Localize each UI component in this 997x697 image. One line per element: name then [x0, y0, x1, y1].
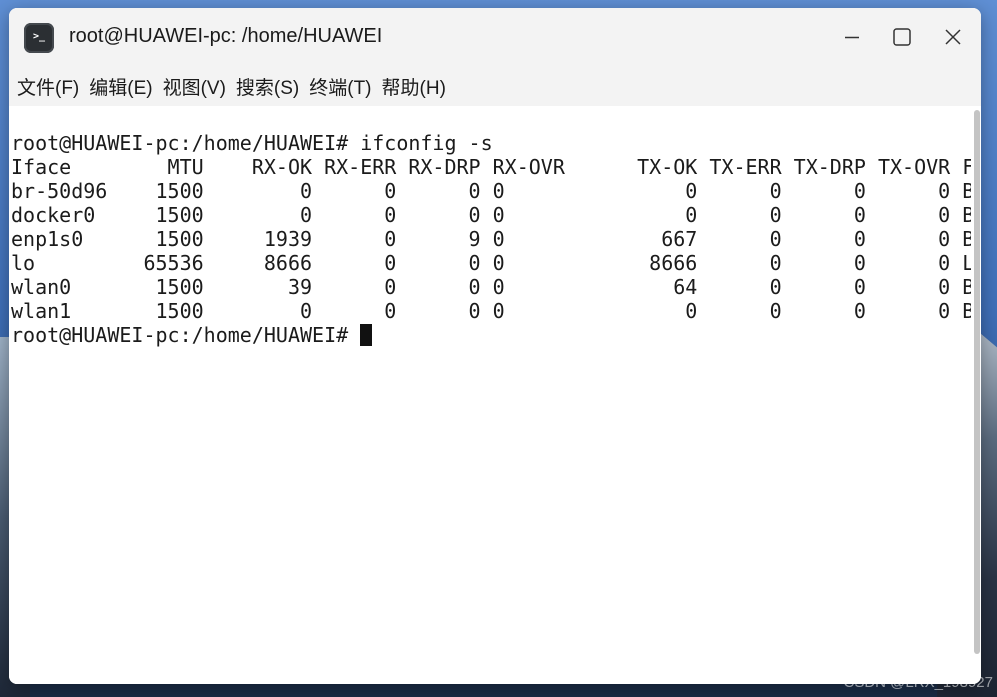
menu-help[interactable]: 帮助(H) — [382, 71, 446, 102]
window-title: root@HUAWEI-pc: /home/HUAWEI — [69, 25, 383, 47]
terminal-area[interactable]: root@HUAWEI-pc:/home/HUAWEI# ifconfig -s… — [9, 106, 981, 684]
title-bar[interactable]: >_ root@HUAWEI-pc: /home/HUAWEI — [9, 8, 981, 66]
table-header: Iface MTU RX-OK RX-ERR RX-DRP RX-OVR TX-… — [11, 155, 981, 179]
maximize-icon — [893, 28, 911, 46]
terminal-output: root@HUAWEI-pc:/home/HUAWEI# ifconfig -s… — [11, 131, 981, 347]
table-row: docker0 1500 0 0 0 0 0 0 0 0 BMU — [11, 203, 981, 227]
terminal-icon: >_ — [24, 23, 54, 53]
scrollbar-thumb[interactable] — [974, 110, 980, 654]
minimize-icon — [845, 36, 859, 39]
table-row: lo 65536 8666 0 0 0 8666 0 0 0 LRU — [11, 251, 981, 275]
menu-view[interactable]: 视图(V) — [163, 71, 226, 102]
menu-file[interactable]: 文件(F) — [17, 71, 79, 102]
table-row: wlan1 1500 0 0 0 0 0 0 0 0 BMU — [11, 299, 981, 323]
close-icon — [945, 29, 961, 45]
table-row: enp1s0 1500 1939 0 9 0 667 0 0 0 BMU — [11, 227, 981, 251]
close-button[interactable] — [936, 22, 970, 52]
command-line: root@HUAWEI-pc:/home/HUAWEI# ifconfig -s — [11, 131, 493, 155]
table-row: br-50d96 1500 0 0 0 0 0 0 0 0 BMU — [11, 179, 981, 203]
menu-terminal[interactable]: 终端(T) — [309, 71, 371, 102]
menu-bar: 文件(F) 编辑(E) 视图(V) 搜索(S) 终端(T) 帮助(H) — [9, 66, 981, 106]
terminal-window: >_ root@HUAWEI-pc: /home/HUAWEI 文件(F) 编辑… — [9, 8, 981, 684]
maximize-button[interactable] — [885, 22, 919, 52]
vertical-scrollbar[interactable] — [971, 106, 981, 684]
prompt-line: root@HUAWEI-pc:/home/HUAWEI# — [11, 323, 361, 347]
text-cursor — [360, 324, 373, 346]
watermark: CSDN @LRX_198927 — [843, 674, 993, 691]
terminal-icon-glyph: >_ — [32, 30, 46, 42]
minimize-button[interactable] — [835, 22, 869, 52]
menu-edit[interactable]: 编辑(E) — [89, 71, 152, 102]
table-row: wlan0 1500 39 0 0 0 64 0 0 0 BMRU — [11, 275, 981, 299]
menu-search[interactable]: 搜索(S) — [236, 71, 299, 102]
